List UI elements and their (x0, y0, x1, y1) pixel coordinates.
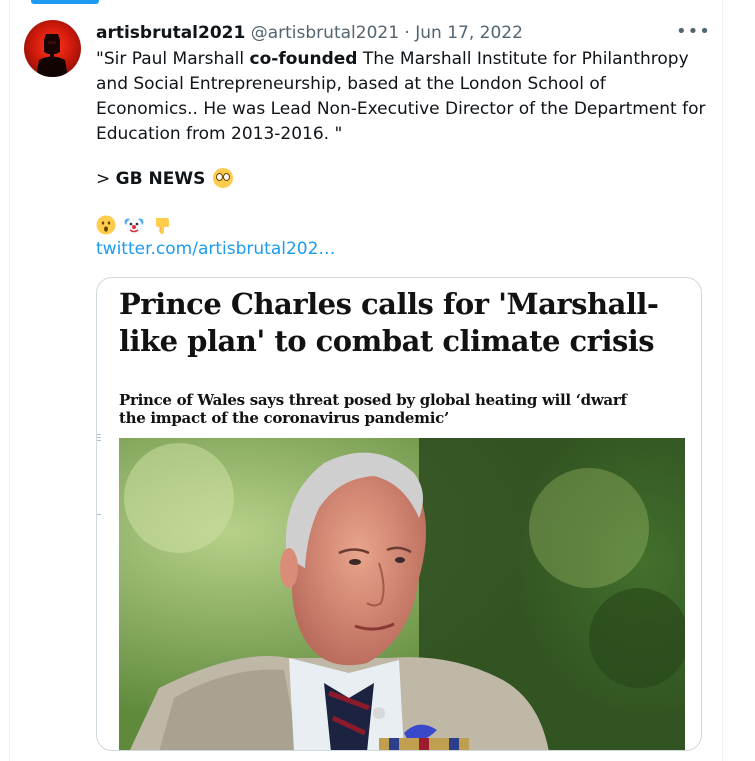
hushed-face-emoji (96, 215, 116, 235)
clown-face-emoji (124, 218, 144, 234)
tweet-text-bold: co-founded (249, 49, 358, 69)
portrait-photo-icon (119, 438, 685, 750)
more-horizontal-icon[interactable]: ••• (676, 22, 710, 42)
article-subhead: Prince of Wales says threat posed by glo… (119, 391, 627, 427)
user-handle[interactable]: @artisbrutal2021 (251, 23, 399, 43)
photo-of-prince-charles (119, 438, 685, 750)
backhand-index-pointing-down-emoji (156, 218, 170, 234)
avatar[interactable] (24, 20, 81, 77)
side-marks (97, 434, 103, 524)
display-name[interactable]: artisbrutal2021 (96, 23, 245, 43)
article-headline: Prince Charles calls for 'Marshall-like … (119, 287, 659, 358)
separator-dot: · (404, 23, 410, 43)
tweet-date[interactable]: Jun 17, 2022 (415, 23, 523, 43)
avatar-figure-icon (36, 34, 68, 77)
source-prefix: > (96, 169, 116, 189)
source-line: > GB NEWS (96, 167, 233, 192)
tweet-header: artisbrutal2021 @artisbrutal2021 · Jun 1… (96, 20, 706, 46)
source-name: GB NEWS (115, 169, 206, 189)
face-with-rolling-eyes-emoji (212, 168, 233, 188)
emoji-row (96, 215, 175, 237)
tweet-text: "Sir Paul Marshall co-founded The Marsha… (96, 47, 708, 147)
quoted-image-card[interactable]: Prince Charles calls for 'Marshall-like … (96, 277, 702, 751)
tweet-link[interactable]: twitter.com/artisbrutal202… (96, 237, 335, 262)
tweet-text-part-1: "Sir Paul Marshall (96, 49, 250, 69)
selection-indicator (31, 0, 99, 4)
